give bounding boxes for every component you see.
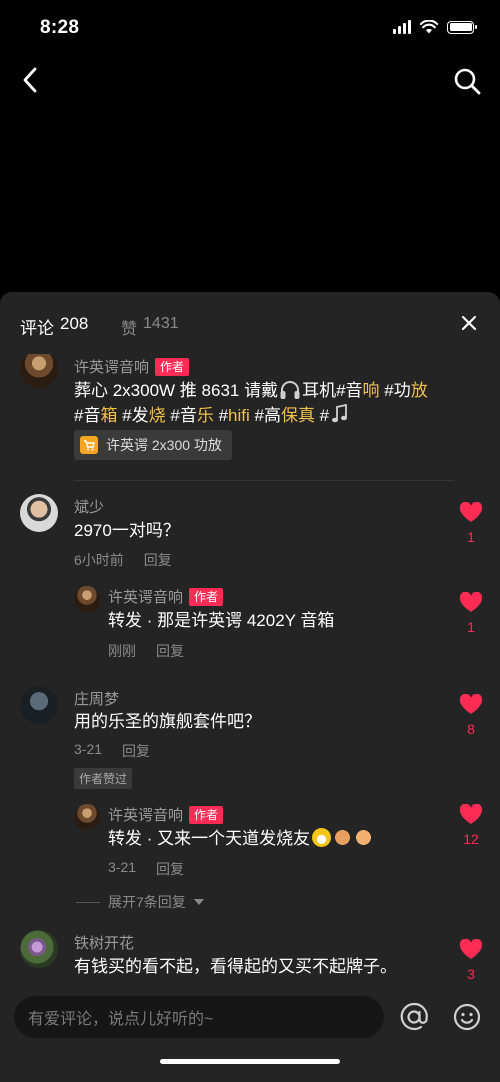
tab-comments-count: 208 (60, 314, 89, 333)
reply-time: 刚刚 (108, 643, 136, 659)
like-count: 1 (467, 619, 475, 635)
like-count: 3 (467, 966, 475, 982)
back-button[interactable] (14, 64, 46, 96)
reply-meta: 刚刚 回复 (108, 641, 184, 661)
comment-text: 葬心 2x300W 推 8631 请戴 耳机#音响 #功放 #音箱 #发烧 #音乐… (74, 381, 428, 425)
like-button[interactable]: 12 (456, 804, 486, 847)
product-name: 许英谔 2x300 功放 (106, 437, 222, 453)
like-count: 8 (467, 721, 475, 737)
tab-likes-count: 1431 (143, 315, 179, 332)
comment-username[interactable]: 庄周梦 (74, 688, 119, 709)
comment-text: 有钱买的看不起，看得起的又买不起牌子。 (74, 957, 397, 976)
emoji-icon (453, 1003, 481, 1031)
like-button[interactable]: 1 (456, 502, 486, 545)
comment-input-bar: 有爱评论，说点儿好听的~ (0, 989, 500, 1082)
comment-meta: 6小时前 回复 (74, 550, 172, 570)
close-icon (462, 316, 476, 330)
heart-icon (459, 694, 483, 714)
avatar[interactable] (20, 930, 58, 968)
author-badge: 作者 (189, 805, 224, 824)
tab-comments[interactable]: 评论 208 (20, 314, 88, 339)
thumbs-up-emoji-icon (354, 828, 374, 847)
reply-button[interactable]: 回复 (156, 641, 184, 661)
like-count: 12 (463, 831, 479, 847)
product-link[interactable]: 许英谔 2x300 功放 (74, 430, 232, 460)
expand-replies-label: 展开7条回复 (108, 894, 186, 910)
headphones-icon (280, 381, 300, 399)
comment-username[interactable]: 斌少 (74, 496, 104, 517)
comment-input[interactable]: 有爱评论，说点儿好听的~ (14, 996, 384, 1038)
like-count: 1 (467, 529, 475, 545)
chevron-down-icon (193, 898, 204, 905)
reply-meta: 3-21 回复 (108, 859, 184, 879)
comment-text: 用的乐圣的旗舰套件吧？ (74, 712, 261, 731)
heart-icon (459, 502, 483, 522)
search-icon (454, 68, 481, 95)
comment-time: 6小时前 (74, 552, 124, 568)
reply-time: 3-21 (108, 859, 137, 875)
reply-username[interactable]: 许英谔音响 作者 (108, 586, 224, 607)
mention-button[interactable] (398, 1001, 430, 1033)
reply-text: 转发 · 又来一个天道发烧友 (108, 826, 374, 851)
emoji-button[interactable] (452, 1002, 482, 1032)
expand-replies-button[interactable]: 展开7条回复 (76, 892, 204, 912)
avatar[interactable] (74, 586, 100, 612)
grin-emoji-icon (312, 828, 332, 847)
status-bar: 8:28 (0, 0, 500, 56)
avatar[interactable] (74, 804, 100, 830)
home-indicator (160, 1059, 340, 1064)
heart-icon (459, 592, 483, 612)
wifi-icon (420, 20, 438, 34)
tab-comments-label: 评论 (20, 319, 54, 338)
comment-list[interactable]: 许英谔音响 作者 葬心 2x300W 推 8631 请戴 耳机#音响 #功放 #音… (0, 354, 500, 989)
status-icons (393, 20, 477, 34)
reply-button[interactable]: 回复 (122, 741, 150, 761)
battery-icon (447, 20, 477, 34)
comment-meta: 3-21 回复 (74, 741, 150, 761)
search-button[interactable] (450, 64, 484, 98)
comment-username[interactable]: 铁树开花 (74, 932, 134, 953)
avatar[interactable] (20, 494, 58, 532)
avatar[interactable] (20, 686, 58, 724)
status-time: 8:28 (40, 17, 80, 38)
comment-sheet: 评论 208 赞 1431 许英谔音响 作者 葬心 2x300W 推 8631 … (0, 292, 500, 1082)
like-button[interactable]: 8 (456, 694, 486, 737)
divider (74, 480, 454, 481)
like-button[interactable]: 1 (456, 592, 486, 635)
back-icon (23, 67, 37, 93)
tab-likes-label: 赞 (121, 321, 138, 338)
close-button[interactable] (458, 312, 480, 334)
top-nav (0, 56, 500, 106)
sheet-header: 评论 208 赞 1431 (0, 292, 500, 354)
reply-button[interactable]: 回复 (156, 859, 184, 879)
avatar[interactable] (20, 354, 58, 388)
heart-icon (459, 939, 483, 959)
like-button[interactable]: 3 (456, 939, 486, 982)
comment-time: 3-21 (74, 741, 103, 757)
reply-button[interactable]: 回复 (144, 550, 172, 570)
clap-emoji-icon (333, 828, 353, 847)
reply-username[interactable]: 许英谔音响 作者 (108, 804, 224, 825)
comment-username[interactable]: 许英谔音响 作者 (74, 356, 190, 377)
author-badge: 作者 (189, 587, 224, 606)
tab-likes[interactable]: 赞 1431 (121, 315, 179, 339)
heart-icon (459, 804, 483, 824)
reply-text: 转发 · 那是许英谔 4202Y 音箱 (108, 611, 335, 630)
cellular-signal-icon (393, 20, 411, 34)
author-liked-tag: 作者赞过 (74, 768, 133, 789)
author-badge: 作者 (155, 357, 190, 376)
music-note-icon (332, 403, 348, 423)
at-icon (400, 1002, 428, 1030)
comment-text: 2970一对吗？ (74, 521, 180, 540)
cart-icon (80, 436, 98, 454)
